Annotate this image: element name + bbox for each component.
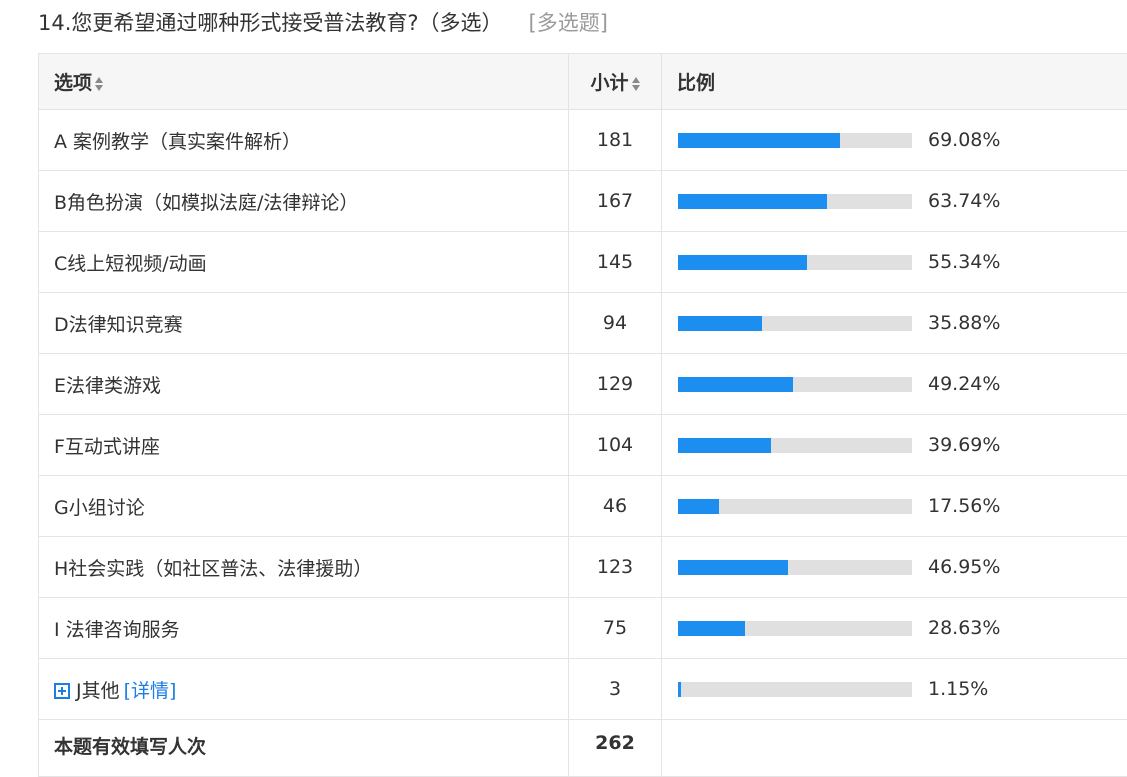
option-cell: J其他[详情] <box>39 659 569 720</box>
ratio-cell: 49.24% <box>662 354 1127 415</box>
progress-bar-fill <box>678 499 719 514</box>
progress-bar <box>678 194 912 209</box>
ratio-cell: 69.08% <box>662 110 1127 171</box>
table-row: A 案例教学（真实案件解析） 181 69.08% <box>39 110 1127 171</box>
ratio-cell: 28.63% <box>662 598 1127 659</box>
plus-square-icon[interactable] <box>54 683 70 699</box>
progress-bar-fill <box>678 377 793 392</box>
option-label: F互动式讲座 <box>54 436 160 458</box>
progress-bar <box>678 255 912 270</box>
progress-bar-fill <box>678 316 762 331</box>
count-cell: 123 <box>569 537 662 598</box>
column-header-option[interactable]: 选项 <box>39 54 569 110</box>
option-cell: I 法律咨询服务 <box>39 598 569 659</box>
percent-label: 46.95% <box>928 556 1000 578</box>
option-label: A 案例教学（真实案件解析） <box>54 131 301 153</box>
option-label: I 法律咨询服务 <box>54 619 180 641</box>
count-cell: 104 <box>569 415 662 476</box>
percent-label: 49.24% <box>928 373 1000 395</box>
count-cell: 167 <box>569 171 662 232</box>
ratio-cell: 35.88% <box>662 293 1127 354</box>
percent-label: 1.15% <box>928 678 988 700</box>
table-row: H社会实践（如社区普法、法律援助） 123 46.95% <box>39 537 1127 598</box>
ratio-cell: 1.15% <box>662 659 1127 720</box>
option-label: H社会实践（如社区普法、法律援助） <box>54 558 372 580</box>
percent-label: 63.74% <box>928 190 1000 212</box>
progress-bar-fill <box>678 194 827 209</box>
percent-label: 55.34% <box>928 251 1000 273</box>
table-row: G小组讨论 46 17.56% <box>39 476 1127 537</box>
percent-label: 69.08% <box>928 129 1000 151</box>
option-label: B角色扮演（如模拟法庭/法律辩论） <box>54 192 358 214</box>
progress-bar <box>678 560 912 575</box>
option-label: C线上短视频/动画 <box>54 253 207 275</box>
ratio-cell: 46.95% <box>662 537 1127 598</box>
column-header-option-label: 选项 <box>54 72 92 94</box>
option-cell: E法律类游戏 <box>39 354 569 415</box>
progress-bar <box>678 438 912 453</box>
total-label: 本题有效填写人次 <box>39 720 569 777</box>
option-cell: C线上短视频/动画 <box>39 232 569 293</box>
option-cell: G小组讨论 <box>39 476 569 537</box>
column-header-count-label: 小计 <box>590 72 628 94</box>
count-cell: 46 <box>569 476 662 537</box>
table-row: F互动式讲座 104 39.69% <box>39 415 1127 476</box>
option-label: G小组讨论 <box>54 497 145 519</box>
total-row: 本题有效填写人次 262 <box>39 720 1127 777</box>
sort-icon[interactable] <box>95 77 103 91</box>
progress-bar <box>678 621 912 636</box>
option-cell: A 案例教学（真实案件解析） <box>39 110 569 171</box>
progress-bar <box>678 133 912 148</box>
column-header-count[interactable]: 小计 <box>569 54 662 110</box>
count-cell: 94 <box>569 293 662 354</box>
ratio-cell: 63.74% <box>662 171 1127 232</box>
table-row: D法律知识竞赛 94 35.88% <box>39 293 1127 354</box>
total-count: 262 <box>569 720 662 777</box>
table-row: B角色扮演（如模拟法庭/法律辩论） 167 63.74% <box>39 171 1127 232</box>
progress-bar-fill <box>678 560 788 575</box>
option-label: E法律类游戏 <box>54 375 161 397</box>
detail-link[interactable]: [详情] <box>124 680 177 702</box>
progress-bar <box>678 499 912 514</box>
count-cell: 145 <box>569 232 662 293</box>
ratio-cell: 55.34% <box>662 232 1127 293</box>
sort-icon[interactable] <box>632 77 640 91</box>
progress-bar-fill <box>678 621 745 636</box>
total-ratio-empty <box>662 720 1127 777</box>
ratio-cell: 17.56% <box>662 476 1127 537</box>
option-cell: D法律知识竞赛 <box>39 293 569 354</box>
progress-bar-fill <box>678 133 840 148</box>
percent-label: 28.63% <box>928 617 1000 639</box>
table-row: I 法律咨询服务 75 28.63% <box>39 598 1127 659</box>
question-header: 14.您更希望通过哪种形式接受普法教育?（多选） [多选题] <box>38 0 608 44</box>
count-cell: 3 <box>569 659 662 720</box>
count-cell: 129 <box>569 354 662 415</box>
option-cell: B角色扮演（如模拟法庭/法律辩论） <box>39 171 569 232</box>
column-header-ratio-label: 比例 <box>677 72 715 94</box>
option-cell: F互动式讲座 <box>39 415 569 476</box>
progress-bar-fill <box>678 682 681 697</box>
percent-label: 35.88% <box>928 312 1000 334</box>
option-cell: H社会实践（如社区普法、法律援助） <box>39 537 569 598</box>
question-type-label: [多选题] <box>529 7 608 37</box>
table-row: J其他[详情]31.15% <box>39 659 1127 720</box>
column-header-ratio: 比例 <box>662 54 1127 110</box>
percent-label: 17.56% <box>928 495 1000 517</box>
ratio-cell: 39.69% <box>662 415 1127 476</box>
progress-bar <box>678 377 912 392</box>
table-row: C线上短视频/动画 145 55.34% <box>39 232 1127 293</box>
question-title: 14.您更希望通过哪种形式接受普法教育?（多选） <box>38 7 503 37</box>
progress-bar <box>678 316 912 331</box>
count-cell: 181 <box>569 110 662 171</box>
option-label: J其他 <box>76 680 120 702</box>
table-row: E法律类游戏 129 49.24% <box>39 354 1127 415</box>
percent-label: 39.69% <box>928 434 1000 456</box>
count-cell: 75 <box>569 598 662 659</box>
progress-bar-fill <box>678 255 807 270</box>
progress-bar <box>678 682 912 697</box>
option-label: D法律知识竞赛 <box>54 314 183 336</box>
table-header-row: 选项 小计 比例 <box>39 54 1127 110</box>
results-table: 选项 小计 比例 A 案例教学（真实案件解析） 181 69.08% B角色扮演（如模… <box>38 53 1127 777</box>
progress-bar-fill <box>678 438 771 453</box>
